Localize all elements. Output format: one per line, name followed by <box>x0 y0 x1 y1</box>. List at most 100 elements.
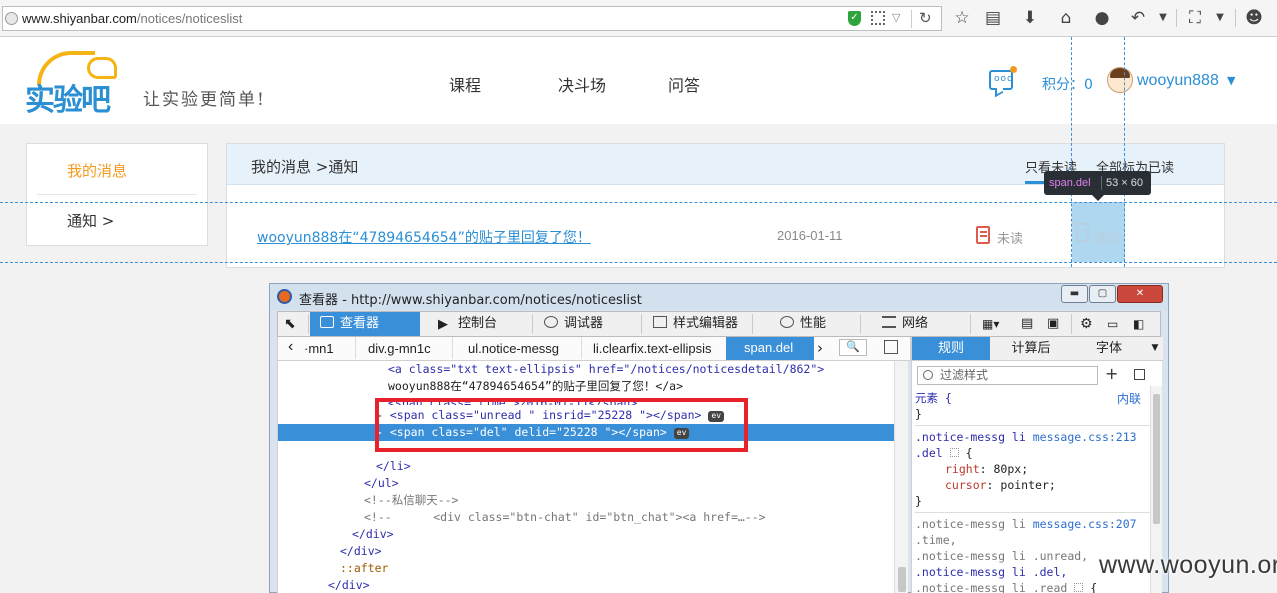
maximize-button[interactable]: ▢ <box>1089 285 1116 303</box>
tab-style-editor[interactable]: 样式编辑器 <box>643 312 755 336</box>
notice-title-link[interactable]: wooyun888在“47894654654”的贴子里回复了您！ <box>257 227 591 247</box>
markup-line[interactable]: <!--私信聊天--> <box>278 492 901 509</box>
filter-styles-input[interactable]: 过滤样式 <box>917 366 1098 385</box>
undo-icon[interactable]: ↶ <box>1127 7 1149 29</box>
tab-performance[interactable]: 性能 <box>770 312 860 336</box>
dock-side-icon[interactable]: ◧ <box>1133 312 1151 336</box>
chevron-down-icon[interactable]: ▼ <box>1148 337 1162 360</box>
download-icon[interactable]: ⬇ <box>1019 7 1041 29</box>
markup-line[interactable]: ::after <box>278 560 901 577</box>
bookmark-star-icon[interactable]: ☆ <box>951 7 973 29</box>
tab-network[interactable]: 网络 <box>872 312 967 336</box>
highlight-selector-icon[interactable] <box>1074 583 1084 592</box>
split-console-icon[interactable]: ▦▾ <box>982 312 1010 336</box>
divider <box>1101 176 1102 190</box>
devtools-toolbar: ⬉ 查看器 ▶ 控制台 调试器 样式编辑器 性能 网络 ▦▾ ▤ ▣ ⚙ ▭ ◧ <box>277 311 1161 337</box>
notice-panel: 我的消息 >通知 只看未读 全部标为已读 wooyun888在“47894654… <box>226 143 1225 268</box>
tab-debugger[interactable]: 调试器 <box>534 312 634 336</box>
rule-selector[interactable]: .del { <box>915 445 1150 461</box>
sidebar-item-my-messages[interactable]: 我的消息 <box>67 160 127 181</box>
divider <box>1235 9 1236 27</box>
unread-label[interactable]: 未读 <box>997 228 1023 247</box>
rule-selector[interactable]: .notice-messg li message.css:213 <box>915 429 1150 445</box>
reading-list-icon[interactable]: ▤ <box>982 7 1004 29</box>
divider <box>37 194 197 195</box>
score-label[interactable]: 积分：0 <box>1042 74 1093 94</box>
message-icon[interactable]: ooo <box>989 70 1013 90</box>
chevron-right-icon[interactable]: › <box>817 339 823 357</box>
breadcrumb-item-active[interactable]: span.del <box>726 337 814 360</box>
tooltip-dimensions: 53 × 60 <box>1106 177 1144 189</box>
tab-fonts[interactable]: 字体 <box>1070 337 1148 360</box>
markup-line[interactable]: </div> <box>278 526 901 543</box>
crop-icon[interactable]: ⛶ <box>1184 7 1206 29</box>
breadcrumb-item[interactable]: li.clearfix.text-ellipsis <box>593 341 711 356</box>
sidebar-item-notices[interactable]: 通知 > <box>67 210 114 231</box>
tab-computed[interactable]: 计算后 <box>992 337 1070 360</box>
scrollbar-thumb[interactable] <box>898 567 906 592</box>
qr-code-icon[interactable] <box>871 11 885 25</box>
rule-declaration[interactable]: right: 80px; <box>915 461 1150 477</box>
chat-bubble-icon[interactable]: ● <box>1091 7 1113 29</box>
dock-bottom-icon[interactable]: ▭ <box>1107 312 1125 336</box>
copy-rules-icon[interactable] <box>1134 369 1145 380</box>
site-logo[interactable]: 实验吧 <box>25 51 125 118</box>
markup-line[interactable]: <!-- <div class="btn-chat" id="btn_chat"… <box>278 509 901 526</box>
divider <box>308 314 309 334</box>
reload-icon[interactable]: ↻ <box>919 9 932 27</box>
rule-selector[interactable]: .notice-messg li message.css:207 <box>915 516 1150 532</box>
scrollbar-thumb[interactable] <box>1153 394 1160 524</box>
window-titlebar[interactable]: 查看器 - http://www.shiyanbar.com/notices/n… <box>270 284 1168 310</box>
breadcrumb-item[interactable]: ul.notice-messg <box>468 341 559 356</box>
nav-item-courses[interactable]: 课程 <box>449 72 481 96</box>
markup-line[interactable]: </ul> <box>278 475 901 492</box>
breadcrumb-scroll-left[interactable]: ‹ <box>288 338 293 356</box>
nav-item-arena[interactable]: 决斗场 <box>558 72 606 96</box>
close-button[interactable]: ✕ <box>1117 285 1163 303</box>
username[interactable]: wooyun888 <box>1137 72 1219 90</box>
trash-icon[interactable] <box>1074 223 1091 242</box>
inline-style-label: 内联 <box>1117 392 1142 406</box>
element-rule-label: 元素 { <box>915 391 952 405</box>
nav-item-qa[interactable]: 问答 <box>668 72 700 96</box>
inspector-icon <box>320 316 334 328</box>
tab-console[interactable]: ▶ 控制台 <box>428 312 528 336</box>
highlight-selector-icon[interactable] <box>949 448 959 457</box>
shield-icon[interactable]: ✓ <box>848 11 861 26</box>
chevron-down-icon[interactable]: ▼ <box>1209 7 1231 29</box>
toggle-sidebar-icon[interactable] <box>884 340 898 354</box>
chevron-down-icon[interactable]: ▼ <box>1152 7 1174 29</box>
add-rule-icon[interactable]: + <box>1105 364 1118 383</box>
breadcrumb-item[interactable]: ·mn1 <box>304 341 334 356</box>
rule-selector[interactable]: .notice-messg li .read { <box>915 580 1150 593</box>
markup-view[interactable]: <a class="txt text-ellipsis" href="/noti… <box>277 361 901 593</box>
url-text[interactable]: www.shiyanbar.com/notices/noticeslist <box>22 11 242 26</box>
screenshot-icon[interactable]: ▣ <box>1047 312 1065 336</box>
markup-line[interactable]: </div> <box>278 577 901 593</box>
markup-line[interactable]: </div> <box>278 543 901 560</box>
caret-down-icon[interactable]: ▼ <box>1227 74 1235 87</box>
markup-line[interactable]: wooyun888在“47894654654”的贴子里回复了您！</a> <box>278 378 901 395</box>
dropdown-arrow-icon[interactable]: ▽ <box>892 11 900 24</box>
gear-icon[interactable]: ⚙ <box>1080 312 1098 336</box>
divider <box>641 314 642 334</box>
markup-line[interactable]: <a class="txt text-ellipsis" href="/noti… <box>278 361 901 378</box>
breadcrumb-item[interactable]: div.g-mn1c <box>368 341 431 356</box>
tab-rules[interactable]: 规则 <box>912 337 990 360</box>
style-editor-icon <box>653 316 667 328</box>
avatar[interactable] <box>1107 67 1133 93</box>
tab-inspector[interactable]: 查看器 <box>310 312 420 336</box>
responsive-icon[interactable]: ▤ <box>1021 312 1039 336</box>
address-bar[interactable]: www.shiyanbar.com/notices/noticeslist ✓ … <box>2 6 942 31</box>
rule-selector[interactable]: .time, <box>915 532 1150 548</box>
home-icon[interactable]: ⌂ <box>1055 7 1077 29</box>
divider <box>915 425 1150 426</box>
minimize-button[interactable]: ▬ <box>1061 285 1088 303</box>
delete-button[interactable]: 删除 <box>1096 228 1122 247</box>
search-icon[interactable]: 🔍 <box>839 339 867 356</box>
pick-element-icon[interactable]: ⬉ <box>284 312 306 336</box>
smiley-icon[interactable]: ☻ <box>1243 7 1265 29</box>
markup-line[interactable]: </li> <box>278 458 901 475</box>
markup-scrollbar[interactable] <box>894 361 908 593</box>
rule-declaration[interactable]: cursor: pointer; <box>915 477 1150 493</box>
